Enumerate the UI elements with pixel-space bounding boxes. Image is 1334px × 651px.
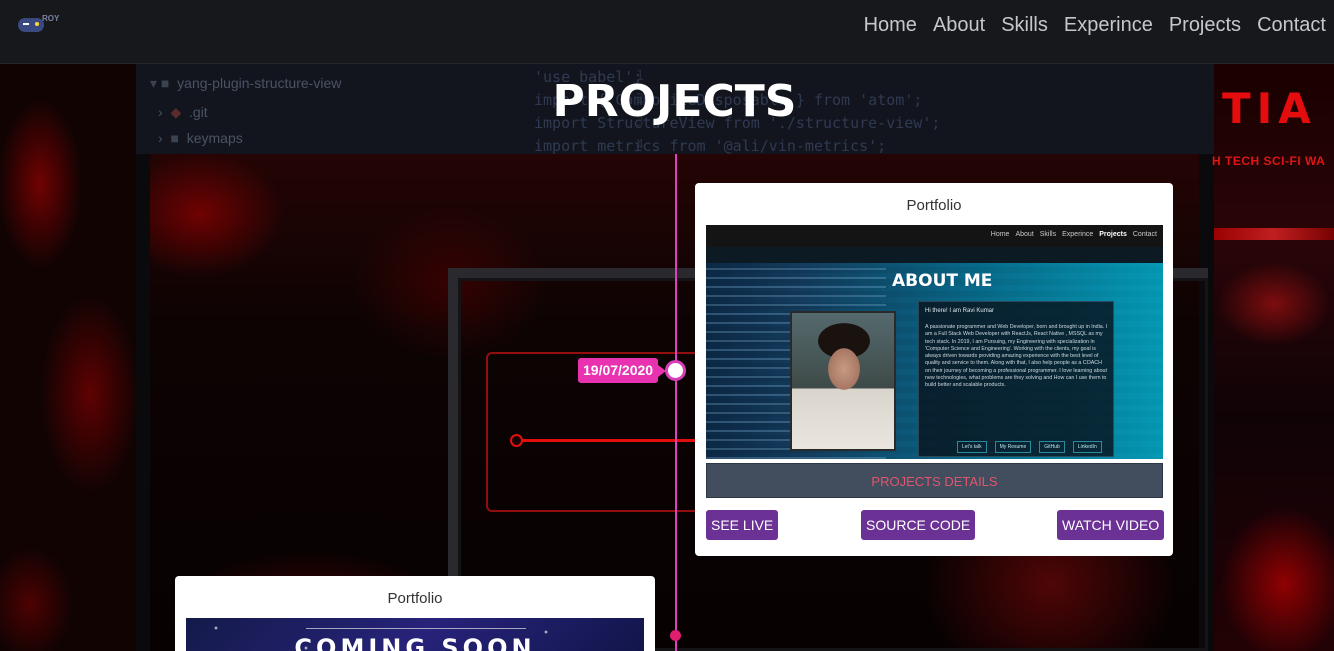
- timeline-dot-secondary: [670, 630, 681, 641]
- page-title: PROJECTS: [552, 76, 797, 127]
- folder-icon: ■: [170, 130, 179, 146]
- screenshot-hello-text: Hi there! I am Ravi Kumar: [925, 308, 995, 314]
- project-title: Portfolio: [906, 197, 962, 214]
- background-right-stripe: [1214, 228, 1334, 240]
- timeline-date-badge: 19/07/2020: [578, 358, 667, 383]
- project-2-screenshot[interactable]: COMING SOON: [186, 618, 644, 651]
- source-code-button[interactable]: SOURCE CODE: [861, 510, 976, 540]
- background-tree-keymaps: › ■ keymaps: [158, 130, 243, 146]
- screenshot-nav-link: Home: [990, 231, 1010, 238]
- coming-soon-text: COMING SOON: [294, 634, 536, 651]
- background-red-dot: [510, 434, 523, 447]
- project-card: Portfolio Home About Skills Experince Pr…: [695, 183, 1173, 556]
- gamepad-icon: [18, 18, 44, 32]
- watch-video-button[interactable]: WATCH VIDEO: [1057, 510, 1165, 540]
- timeline-dot: [665, 360, 686, 381]
- background-red-line: [516, 439, 696, 442]
- nav-experience[interactable]: Experince: [1064, 14, 1153, 37]
- navbar: ROY Home About Skills Experince Projects…: [0, 0, 1334, 64]
- nav-about[interactable]: About: [933, 14, 985, 37]
- nav-links: Home About Skills Experince Projects Con…: [864, 14, 1326, 37]
- screenshot-nav-link: Skills: [1039, 231, 1057, 238]
- screenshot-nav-link: Projects: [1099, 231, 1127, 238]
- project-details-button[interactable]: PROJECTS DETAILS: [706, 463, 1163, 498]
- background-right-tags: H TECH SCI-FI WA: [1212, 154, 1326, 168]
- background-tree-label: keymaps: [186, 130, 243, 146]
- screenshot-profile-photo: [790, 311, 896, 451]
- chevron-right-icon: ›: [158, 130, 163, 146]
- screenshot-about-panel: Hi there! I am Ravi Kumar A passionate p…: [918, 301, 1114, 457]
- project-screenshot[interactable]: Home About Skills Experince Projects Con…: [706, 225, 1163, 459]
- screenshot-button: Let's talk: [957, 441, 987, 453]
- screenshot-navbar: Home About Skills Experince Projects Con…: [706, 225, 1163, 247]
- logo-text: ROY: [42, 14, 60, 23]
- background-right-art: [1214, 64, 1334, 651]
- screenshot-nav-links: Home About Skills Experince Projects Con…: [991, 231, 1157, 238]
- project-card-2: Portfolio COMING SOON: [175, 576, 655, 651]
- coming-soon-divider: [306, 628, 526, 629]
- nav-contact[interactable]: Contact: [1257, 14, 1326, 37]
- nav-skills[interactable]: Skills: [1001, 14, 1048, 37]
- background-code-line: import metrics from '@ali/vin-metrics';: [534, 137, 887, 155]
- screenshot-paragraph: A passionate programmer and Web Develope…: [925, 324, 1108, 389]
- screenshot-button: GitHub: [1039, 441, 1065, 453]
- timeline-line: [675, 154, 677, 651]
- screenshot-button: My Resume: [994, 441, 1032, 453]
- project-2-title: Portfolio: [387, 590, 443, 607]
- background-left-art: [0, 64, 136, 651]
- see-live-button[interactable]: SEE LIVE: [706, 510, 779, 540]
- screenshot-nav-link: Contact: [1132, 231, 1157, 238]
- screenshot-heading: ABOUT ME: [892, 271, 993, 291]
- page: ▾ ■ yang-plugin-structure-view › ◆ .git …: [0, 0, 1334, 651]
- screenshot-buttons: Let's talk My Resume GitHub LinkedIn: [957, 441, 1102, 453]
- logo[interactable]: ROY: [18, 14, 68, 36]
- nav-projects[interactable]: Projects: [1169, 14, 1241, 37]
- screenshot-nav-link: Experince: [1062, 231, 1094, 238]
- screenshot-button: LinkedIn: [1072, 441, 1102, 453]
- nav-home[interactable]: Home: [864, 14, 917, 37]
- screenshot-nav-link: About: [1015, 231, 1034, 238]
